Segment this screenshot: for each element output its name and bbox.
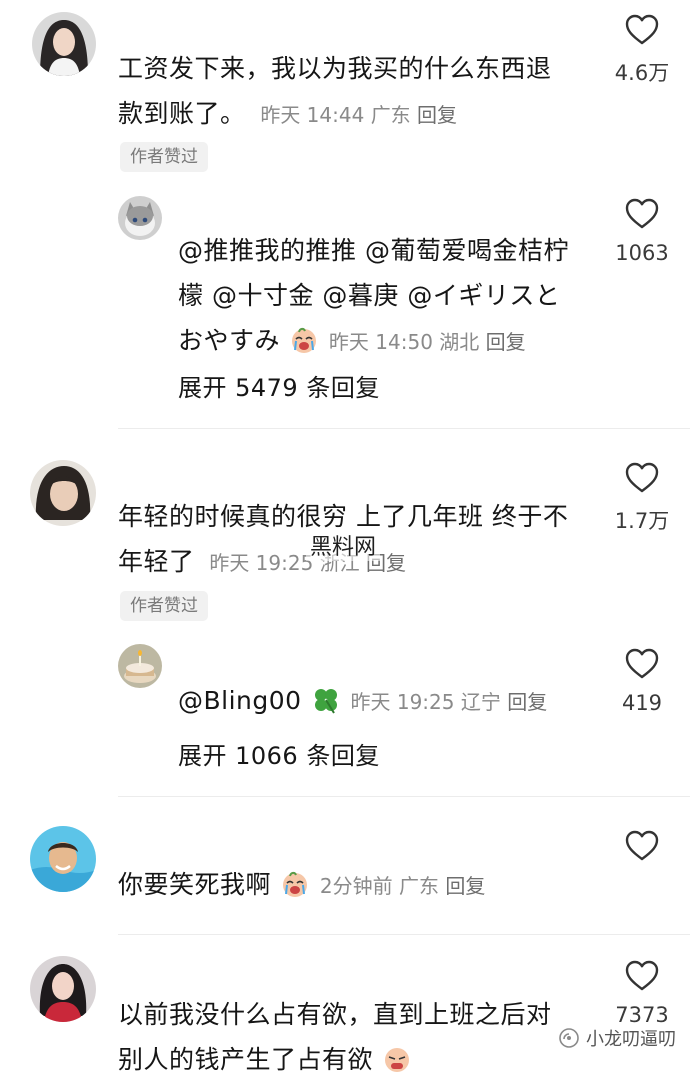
like-count: 1063 bbox=[615, 241, 669, 265]
like-button[interactable] bbox=[607, 830, 677, 861]
like-button[interactable]: 1.7万 bbox=[607, 462, 677, 535]
like-button[interactable]: 7373 bbox=[607, 960, 677, 1027]
expand-replies-button[interactable]: 展开 1066 条回复 bbox=[178, 736, 380, 771]
comment-location: 辽宁 bbox=[460, 690, 501, 714]
commenter-avatar[interactable] bbox=[30, 826, 96, 892]
like-count: 419 bbox=[621, 691, 663, 715]
expand-replies-button[interactable]: 展开 5479 条回复 bbox=[178, 368, 380, 403]
wechat-official-account-icon bbox=[559, 1028, 579, 1048]
comment-text-tail: 款到账了。 bbox=[118, 99, 246, 128]
author-liked-badge: 作者赞过 bbox=[120, 591, 208, 621]
mention-link[interactable]: @Bling00 bbox=[178, 686, 302, 715]
comment-time: 2分钟前 bbox=[319, 874, 393, 898]
commenter-avatar[interactable] bbox=[30, 460, 96, 526]
commenter-avatar[interactable] bbox=[30, 956, 96, 1022]
comment-text-line: 你要笑死我啊 2分钟前 广东 回复 bbox=[118, 862, 598, 909]
comment-text-line: 以前我没什么占有欲，直到上班之后对 bbox=[118, 1000, 552, 1029]
comment-meta: 昨天 19:25 辽宁 回复 bbox=[350, 690, 547, 714]
comment-text-line: 工资发下来，我以为我买的什么东西退 bbox=[118, 54, 552, 83]
reply-button[interactable]: 回复 bbox=[507, 690, 547, 714]
author-liked-badge: 作者赞过 bbox=[120, 142, 208, 172]
comment-meta: 昨天 14:44 广东 回复 bbox=[254, 103, 457, 127]
comment-time: 昨天 14:50 bbox=[328, 330, 433, 354]
heart-outline-icon bbox=[625, 14, 659, 45]
comment-location: 广东 bbox=[399, 874, 440, 898]
reply-button[interactable]: 回复 bbox=[445, 874, 485, 898]
comment-text-tail: 别人的钱产生了占有欲 bbox=[118, 1045, 374, 1073]
avatar-boy-pool-icon bbox=[30, 826, 96, 892]
like-button[interactable]: 419 bbox=[607, 648, 677, 715]
comment-text-line: 款到账了。 昨天 14:44 广东 回复 bbox=[118, 91, 588, 138]
crying-laughing-emoji-icon bbox=[292, 327, 317, 353]
comment-text-line: @推推我的推推 @葡萄爱喝金桔柠 bbox=[178, 236, 569, 265]
comment-meta: 2分钟前 广东 回复 bbox=[320, 874, 485, 898]
comment-time: 昨天 14:44 bbox=[260, 103, 365, 127]
crying-face-emoji-icon bbox=[385, 1048, 410, 1072]
like-count: 4.6万 bbox=[614, 61, 670, 85]
reply-button[interactable]: 回复 bbox=[417, 103, 457, 127]
divider bbox=[118, 934, 690, 935]
commenter-avatar[interactable] bbox=[118, 644, 162, 688]
comment-location: 广东 bbox=[370, 103, 411, 127]
avatar-woman-red-icon bbox=[30, 956, 96, 1022]
commenter-avatar[interactable] bbox=[118, 196, 162, 240]
comment-location: 湖北 bbox=[439, 330, 480, 354]
comment-meta: 昨天 14:50 湖北 回复 bbox=[329, 330, 526, 354]
commenter-avatar[interactable] bbox=[32, 12, 96, 76]
heart-outline-icon bbox=[625, 462, 659, 493]
brand-watermark: 小龙叨逼叨 bbox=[558, 1025, 676, 1051]
comment-text-tail: 你要笑死我啊 bbox=[118, 870, 272, 899]
comment-time: 昨天 19:25 bbox=[209, 551, 314, 575]
four-leaf-clover-icon bbox=[315, 689, 338, 714]
crying-laughing-emoji-icon bbox=[283, 871, 308, 897]
heart-outline-icon bbox=[625, 648, 659, 679]
comment-text: @推推我的推推 @葡萄爱喝金桔柠 檬 @十寸金 @暮庚 @イギリスと おやすみ … bbox=[178, 228, 598, 365]
like-count: 1.7万 bbox=[614, 509, 670, 533]
comment-text-line: おやすみ 昨天 14:50 湖北 回复 bbox=[178, 318, 598, 365]
avatar-man-long-hair-icon bbox=[30, 460, 96, 526]
comment-text-tail: おやすみ bbox=[178, 326, 281, 355]
comment-text-line: 檬 @十寸金 @暮庚 @イギリスと bbox=[178, 281, 561, 310]
avatar-woman-dark-hair-icon bbox=[32, 12, 96, 76]
comment-time: 昨天 19:25 bbox=[350, 690, 455, 714]
comment-text: @Bling00 昨天 19:25 辽宁 回复 bbox=[178, 678, 598, 725]
comment-list: 工资发下来，我以为我买的什么东西退 款到账了。 昨天 14:44 广东 回复 4… bbox=[0, 0, 690, 1073]
heart-outline-icon bbox=[625, 960, 659, 991]
comment-text: 工资发下来，我以为我买的什么东西退 款到账了。 昨天 14:44 广东 回复 bbox=[118, 46, 588, 138]
watermark-overlay: 黑料网 bbox=[306, 529, 381, 561]
comment-text: 你要笑死我啊 2分钟前 广东 回复 bbox=[118, 862, 598, 909]
heart-outline-icon bbox=[625, 198, 659, 229]
avatar-cat-icon bbox=[118, 196, 162, 240]
like-button[interactable]: 1063 bbox=[607, 198, 677, 265]
comment-text-line: 别人的钱产生了占有欲 bbox=[118, 1037, 598, 1073]
divider bbox=[118, 428, 690, 429]
brand-name: 小龙叨逼叨 bbox=[586, 1029, 676, 1050]
like-count: 7373 bbox=[615, 1003, 669, 1027]
divider bbox=[118, 796, 690, 797]
comment-text-tail: 年轻了 bbox=[118, 547, 195, 576]
like-button[interactable]: 4.6万 bbox=[607, 14, 677, 87]
avatar-cake-icon bbox=[118, 644, 162, 688]
reply-button[interactable]: 回复 bbox=[486, 330, 526, 354]
comment-text-line: @Bling00 昨天 19:25 辽宁 回复 bbox=[178, 678, 598, 725]
heart-outline-icon bbox=[625, 830, 659, 861]
comment-text: 以前我没什么占有欲，直到上班之后对 别人的钱产生了占有欲 bbox=[118, 992, 598, 1073]
